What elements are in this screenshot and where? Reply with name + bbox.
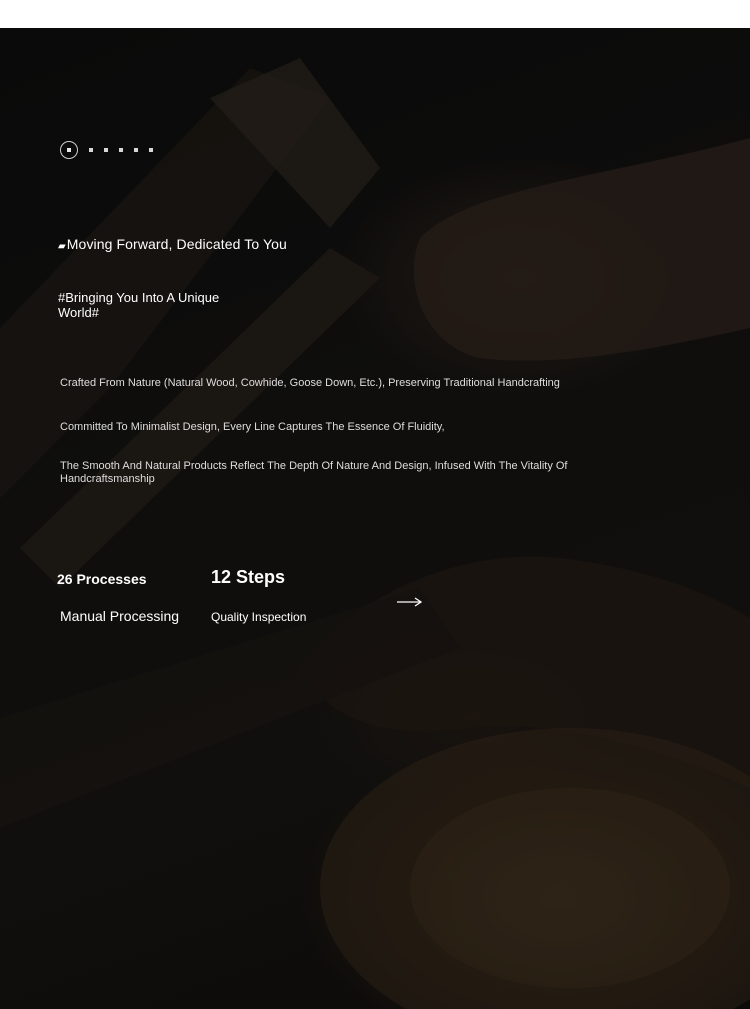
stat-value: 26 Processes (57, 571, 147, 587)
headline-text: Moving Forward, Dedicated To You (66, 236, 287, 252)
hero-banner: ▰Moving Forward, Dedicated To You #Bring… (0, 28, 750, 1009)
description-paragraph: Crafted From Nature (Natural Wood, Cowhi… (60, 377, 560, 389)
page: ▰Moving Forward, Dedicated To You #Bring… (0, 0, 750, 1009)
hero-subhead: #Bringing You Into A Unique World# (58, 290, 220, 320)
slider-dot[interactable] (89, 148, 93, 152)
description-paragraph: The Smooth And Natural Products Reflect … (60, 460, 568, 485)
slider-dot[interactable] (104, 148, 108, 152)
slider-dot-active[interactable] (60, 141, 78, 159)
top-bar (0, 0, 750, 28)
stat-value: 12 Steps (211, 567, 286, 587)
stat-label: Quality Inspection (211, 610, 307, 624)
stat-label: Manual Processing (60, 608, 180, 624)
slider-dot[interactable] (119, 148, 123, 152)
slider-dot[interactable] (149, 148, 153, 152)
headline-mark: ▰ (58, 241, 66, 252)
slider-dot[interactable] (134, 148, 138, 152)
slider-pagination (60, 141, 153, 159)
hero-headline: ▰Moving Forward, Dedicated To You (58, 236, 287, 252)
hero-background-photo (0, 28, 750, 1009)
arrow-right-icon[interactable] (397, 596, 423, 608)
description-paragraph: Committed To Minimalist Design, Every Li… (60, 421, 445, 433)
